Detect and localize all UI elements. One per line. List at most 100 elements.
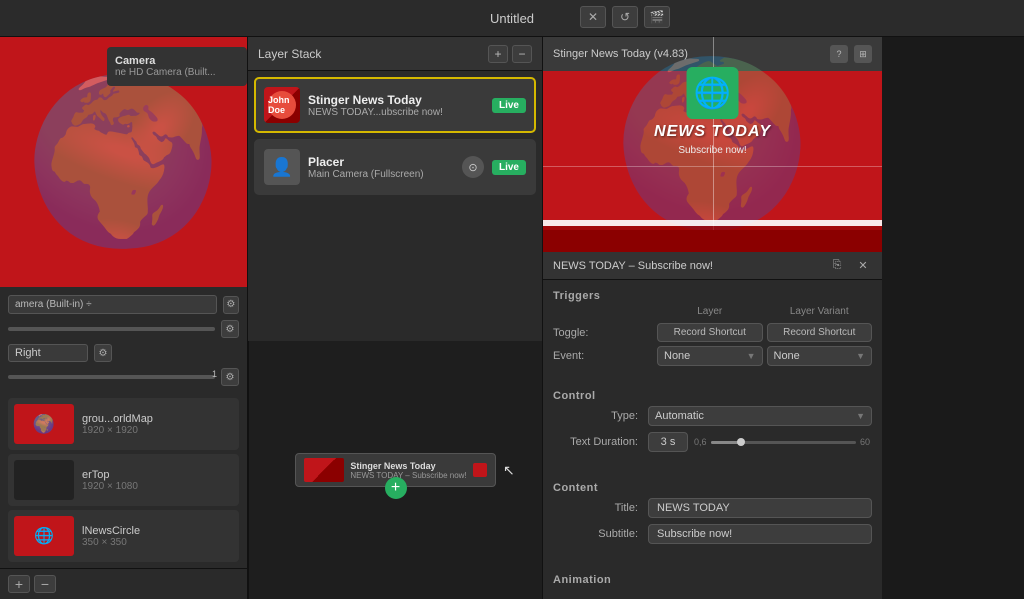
triggers-toggle-label: Toggle: (553, 327, 653, 339)
type-select[interactable]: Automatic ▼ (648, 406, 872, 426)
toggle-layer-shortcut-button[interactable]: Record Shortcut (657, 323, 763, 342)
preview-crosshair-horizontal (543, 166, 882, 167)
camera-settings-icon[interactable]: ⚙ (223, 296, 239, 314)
slider-row-2: 1 ⚙ (8, 368, 239, 386)
canvas-node-end (473, 463, 487, 477)
layer-info-placer: Placer Main Camera (Fullscreen) (308, 155, 454, 180)
control-section-title: Control (553, 390, 872, 402)
toggle-variant-shortcut-button[interactable]: Record Shortcut (767, 323, 873, 342)
title-label: Title: (553, 502, 648, 514)
layer-icon-stinger: John Doe (264, 87, 300, 123)
close-btn[interactable]: ✕ (580, 6, 606, 28)
range-fill (711, 441, 740, 444)
title-row: Title: NEWS TODAY (553, 498, 872, 518)
canvas-area: Stinger News Today NEWS TODAY – Subscrib… (248, 341, 542, 599)
range-thumb (737, 438, 745, 446)
direction-settings-icon[interactable]: ⚙ (94, 344, 112, 362)
list-item[interactable]: John Doe Stinger News Today NEWS TODAY..… (254, 77, 536, 133)
direction-select[interactable]: Right (8, 344, 88, 362)
content-section-title: Content (553, 482, 872, 494)
layer-info-stinger: Stinger News Today NEWS TODAY...ubscribe… (308, 93, 484, 118)
duration-slider[interactable] (711, 441, 856, 444)
canvas-node-sub: NEWS TODAY – Subscribe now! (350, 471, 466, 480)
title-bar: ✕ ↺ 🎬 Untitled (0, 0, 1024, 37)
duration-label: Text Duration: (553, 436, 648, 448)
event-layer-select[interactable]: None ▼ (657, 346, 763, 366)
title-value-container: NEWS TODAY (648, 498, 872, 518)
duration-display[interactable]: 3 s (648, 432, 688, 452)
list-item[interactable]: erTop 1920 × 1080 (8, 454, 239, 506)
layer-name: Stinger News Today (308, 93, 484, 107)
thumbnail-size: 1920 × 1920 (82, 425, 233, 436)
info-close-icon[interactable]: ✕ (854, 257, 872, 275)
thumbnail-preview-dark (14, 460, 74, 500)
canvas-inner: Stinger News Today NEWS TODAY – Subscrib… (249, 341, 542, 599)
subtitle-row: Subtitle: Subscribe now! (553, 524, 872, 544)
content-section: Content Title: NEWS TODAY Subtitle: Subs… (553, 482, 872, 550)
animation-section: Animation (553, 574, 872, 590)
preview-subtitle: Subscribe now! (678, 145, 746, 156)
camera-panel: Camera ne HD Camera (Built... (107, 47, 247, 86)
panel-bottom: + − (0, 568, 247, 599)
preview-bar-red (543, 230, 882, 252)
preview-logo-area: 🌐 NEWS TODAY Subscribe now! (654, 67, 771, 156)
thumbnail-info-dark: erTop 1920 × 1080 (82, 469, 233, 492)
event-variant-select[interactable]: None ▼ (767, 346, 873, 366)
camera-select[interactable]: amera (Built-in) ÷ (8, 295, 217, 314)
duration-value-container: 3 s 0,6 60 (648, 432, 872, 452)
layer-sub: NEWS TODAY...ubscribe now! (308, 107, 484, 118)
canvas-node-thumbnail (304, 458, 344, 482)
slider-settings-icon-2[interactable]: ⚙ (221, 368, 239, 386)
info-copy-icon[interactable]: ⎘ (828, 257, 846, 275)
list-item[interactable]: 👤 Placer Main Camera (Fullscreen) ⊙ Live (254, 139, 536, 195)
title-input[interactable]: NEWS TODAY (648, 498, 872, 518)
cursor-icon: ↖ (503, 462, 515, 479)
canvas-node-name: Stinger News Today (350, 461, 466, 471)
right-panel: Stinger News Today (v4.83) ? ⊞ 🌍 🌐 NEWS … (542, 37, 882, 599)
film-btn[interactable]: 🎬 (644, 6, 670, 28)
subtitle-input[interactable]: Subscribe now! (648, 524, 872, 544)
preview-bars (543, 220, 882, 252)
subtitle-label: Subtitle: (553, 528, 648, 540)
type-label: Type: (553, 410, 648, 422)
layer-badge[interactable]: Live (492, 98, 526, 113)
subtitle-value-container: Subscribe now! (648, 524, 872, 544)
layer-control-circle-icon[interactable]: ⊙ (462, 156, 484, 178)
slider-min-label: 0,6 (694, 437, 707, 447)
slider-settings-icon-1[interactable]: ⚙ (221, 320, 239, 338)
list-item[interactable]: 🌍 grou...orldMap 1920 × 1920 (8, 398, 239, 450)
layer-list: John Doe Stinger News Today NEWS TODAY..… (248, 71, 542, 341)
triggers-section-title: Triggers (553, 290, 872, 302)
camera-title: Camera (115, 55, 239, 67)
duration-slider-container: 0,6 60 (694, 437, 872, 447)
layer-stack-header: Layer Stack + − (248, 37, 542, 71)
properties-panel: Triggers Layer Layer Variant Toggle: Rec… (543, 280, 882, 599)
layer-stack-panel: Layer Stack + − John Doe Stinger News To… (247, 37, 542, 599)
layer-add-button[interactable]: + (488, 45, 508, 63)
direction-row: Right ⚙ (8, 344, 239, 362)
layer-remove-button[interactable]: − (512, 45, 532, 63)
control-section: Control Type: Automatic ▼ Text Duration:… (553, 390, 872, 458)
layer-icon-placer: 👤 (264, 149, 300, 185)
left-panel: 🌍 Camera ne HD Camera (Built... amera (B… (0, 37, 247, 599)
layer-stack-actions: + − (488, 45, 532, 63)
camera-sub: ne HD Camera (Built... (115, 67, 239, 78)
list-item[interactable]: 🌐 lNewsCircle 350 × 350 (8, 510, 239, 562)
main-content: 🌍 Camera ne HD Camera (Built... amera (B… (0, 37, 1024, 599)
canvas-add-button[interactable]: + (385, 477, 407, 499)
preview-area: Stinger News Today (v4.83) ? ⊞ 🌍 🌐 NEWS … (543, 37, 882, 252)
thumbnail-size: 350 × 350 (82, 537, 233, 548)
event-variant-arrow: ▼ (856, 351, 865, 361)
add-item-button[interactable]: + (8, 575, 30, 593)
remove-item-button[interactable]: − (34, 575, 56, 593)
refresh-btn[interactable]: ↺ (612, 6, 638, 28)
red-area: 🌍 Camera ne HD Camera (Built... (0, 37, 247, 287)
layer-badge[interactable]: Live (492, 160, 526, 175)
type-value: Automatic ▼ (648, 406, 872, 426)
info-bar-text: NEWS TODAY – Subscribe now! (553, 260, 820, 272)
thumbnail-info-map: grou...orldMap 1920 × 1920 (82, 413, 233, 436)
slider-max-label: 60 (860, 437, 872, 447)
layer-name: Placer (308, 155, 454, 169)
camera-setting-row: amera (Built-in) ÷ ⚙ (8, 295, 239, 314)
layer-stack-title: Layer Stack (258, 47, 321, 61)
